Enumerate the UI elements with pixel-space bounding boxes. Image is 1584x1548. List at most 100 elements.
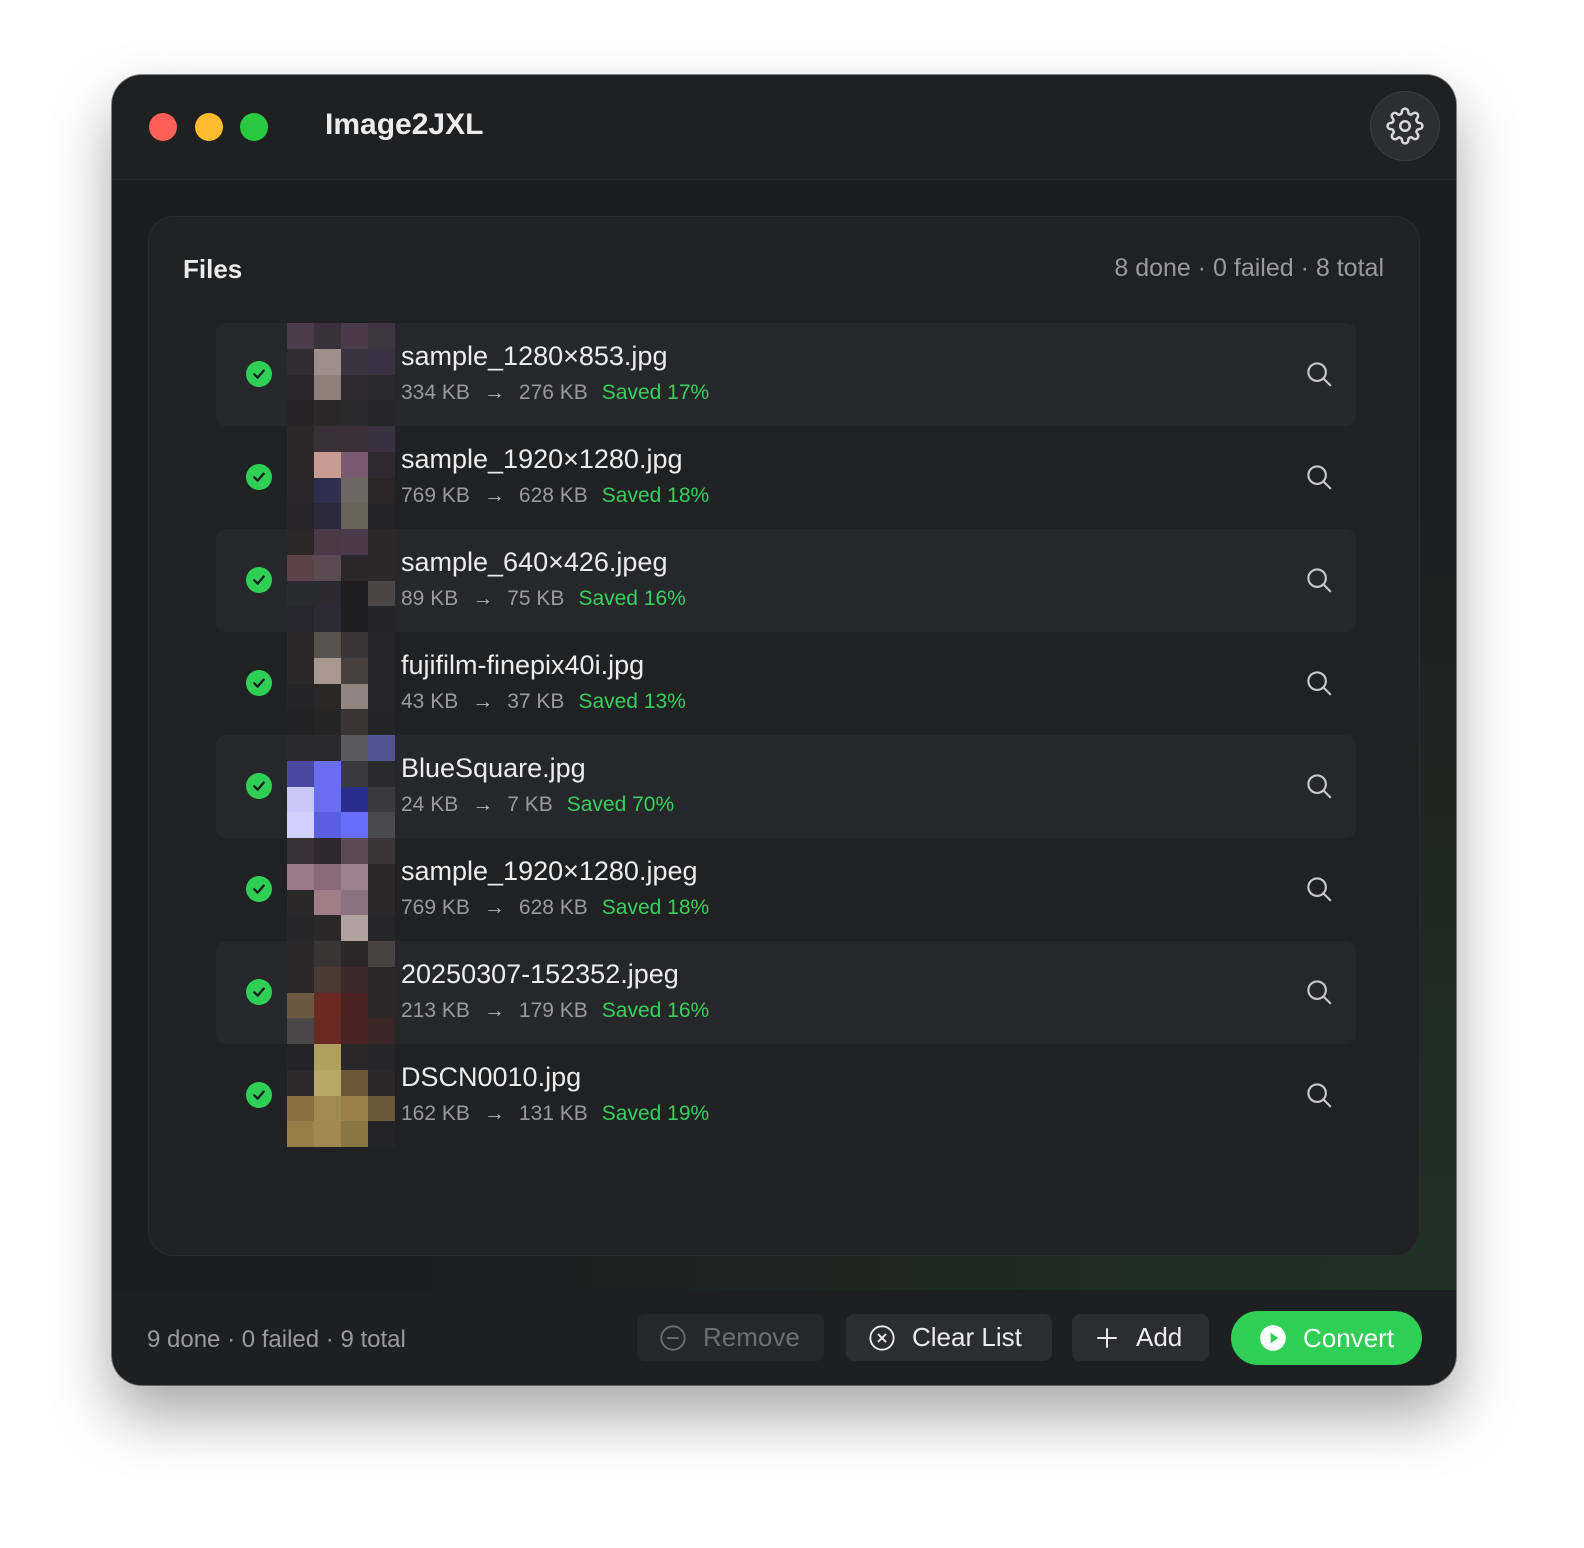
success-check-icon (246, 876, 272, 902)
app-window: Image2JXL Files 8 done · 0 failed · 8 to… (112, 75, 1456, 1385)
file-name: sample_640×426.jpeg (401, 547, 668, 577)
file-thumbnail (287, 1044, 395, 1147)
magnifier-icon[interactable] (1304, 668, 1334, 698)
file-list[interactable]: sample_1280×853.jpg 334 KB → 276 KB Saved 17… (216, 323, 1356, 1147)
file-thumbnail (287, 838, 395, 941)
saved-percent: Saved 16% (601, 999, 710, 1022)
file-size-info: 24 KB → 7 KB Saved 70% (401, 793, 674, 817)
converted-size: 75 KB (507, 587, 565, 610)
arrow-right-icon: → (472, 587, 494, 610)
magnifier-icon[interactable] (1304, 874, 1334, 904)
file-name: DSCN0010.jpg (401, 1062, 582, 1092)
arrow-right-icon: → (483, 1102, 505, 1125)
arrow-right-icon: → (472, 793, 494, 816)
plus-icon (1097, 1327, 1117, 1348)
files-panel: Files 8 done · 0 failed · 8 total sample… (148, 216, 1420, 1256)
file-thumbnail (287, 735, 395, 838)
file-row[interactable]: fujifilm-finepix40i.jpg 43 KB → 37 KB Saved … (216, 632, 1356, 735)
file-size-info: 769 KB → 628 KB Saved 18% (401, 484, 709, 508)
file-thumbnail (287, 632, 395, 735)
file-row[interactable]: 20250307-152352.jpeg 213 KB → 179 KB Saved 1… (216, 941, 1356, 1044)
converted-size: 131 KB (518, 1102, 588, 1125)
converted-size: 628 KB (518, 484, 588, 507)
converted-size: 37 KB (507, 690, 565, 713)
file-name: sample_1920×1280.jpg (401, 444, 683, 474)
file-thumbnail (287, 323, 395, 426)
file-name: 20250307-152352.jpeg (401, 959, 679, 989)
arrow-right-icon: → (483, 484, 505, 507)
play-circle-icon (1260, 1325, 1286, 1351)
magnifier-icon[interactable] (1304, 462, 1334, 492)
file-name: fujifilm-finepix40i.jpg (401, 650, 645, 680)
saved-percent: Saved 13% (578, 690, 686, 713)
file-thumbnail (287, 426, 395, 529)
success-check-icon (246, 464, 272, 490)
file-size-info: 43 KB → 37 KB Saved 13% (401, 690, 686, 714)
original-size: 24 KB (401, 793, 459, 816)
converted-size: 276 KB (518, 381, 588, 404)
magnifier-icon[interactable] (1304, 565, 1334, 595)
main-content: Files 8 done · 0 failed · 8 total sample… (112, 180, 1456, 1290)
success-check-icon (246, 773, 272, 799)
original-size: 769 KB (401, 896, 470, 919)
converted-size: 7 KB (507, 793, 553, 816)
app-title: Image2JXL (325, 108, 484, 141)
original-size: 43 KB (401, 690, 459, 713)
magnifier-icon[interactable] (1304, 977, 1334, 1007)
arrow-right-icon: → (472, 690, 494, 713)
success-check-icon (246, 567, 272, 593)
panel-title: Files (183, 254, 243, 284)
file-row[interactable]: sample_640×426.jpeg 89 KB → 75 KB Saved 16% (216, 529, 1356, 632)
saved-percent: Saved 16% (578, 587, 686, 610)
gear-icon (1386, 107, 1424, 145)
converted-size: 628 KB (518, 896, 588, 919)
minimize-window-button[interactable] (195, 113, 223, 141)
file-size-info: 769 KB → 628 KB Saved 18% (401, 896, 709, 920)
file-thumbnail (287, 941, 395, 1044)
footer-stats: 9 done · 0 failed · 9 total (147, 1326, 406, 1353)
zoom-window-button[interactable] (240, 113, 268, 141)
add-button[interactable]: Add (1072, 1314, 1209, 1361)
file-name: BlueSquare.jpg (401, 753, 586, 783)
file-size-info: 213 KB → 179 KB Saved 16% (401, 999, 709, 1023)
titlebar: Image2JXL (112, 75, 1456, 180)
original-size: 162 KB (401, 1102, 470, 1125)
convert-button[interactable]: Convert (1231, 1311, 1422, 1365)
file-row[interactable]: DSCN0010.jpg 162 KB → 131 KB Saved 19% (216, 1044, 1356, 1147)
close-window-button[interactable] (149, 113, 177, 141)
clear-list-label: Clear List (912, 1322, 1022, 1352)
add-label: Add (1136, 1322, 1183, 1352)
panel-stats: 8 done · 0 failed · 8 total (1114, 254, 1384, 282)
x-circle-icon (869, 1324, 895, 1351)
file-row[interactable]: sample_1280×853.jpg 334 KB → 276 KB Saved 17… (216, 323, 1356, 426)
saved-percent: Saved 17% (601, 381, 710, 404)
magnifier-icon[interactable] (1304, 771, 1334, 801)
original-size: 334 KB (401, 381, 470, 404)
success-check-icon (246, 979, 272, 1005)
magnifier-icon[interactable] (1304, 359, 1334, 389)
magnifier-icon[interactable] (1304, 1080, 1334, 1110)
original-size: 213 KB (401, 999, 470, 1022)
original-size: 769 KB (401, 484, 470, 507)
saved-percent: Saved 18% (601, 484, 710, 507)
file-row[interactable]: sample_1920×1280.jpeg 769 KB → 628 KB Saved … (216, 838, 1356, 941)
settings-button[interactable] (1370, 91, 1440, 161)
file-row[interactable]: BlueSquare.jpg 24 KB → 7 KB Saved 70% (216, 735, 1356, 838)
success-check-icon (246, 670, 272, 696)
saved-percent: Saved 70% (566, 793, 675, 816)
convert-label: Convert (1303, 1322, 1395, 1353)
success-check-icon (246, 361, 272, 387)
file-name: sample_1280×853.jpg (401, 341, 668, 371)
arrow-right-icon: → (483, 999, 505, 1022)
original-size: 89 KB (401, 587, 459, 610)
file-size-info: 162 KB → 131 KB Saved 19% (401, 1102, 709, 1126)
arrow-right-icon: → (483, 896, 505, 919)
file-row[interactable]: sample_1920×1280.jpg 769 KB → 628 KB Saved 1… (216, 426, 1356, 529)
file-thumbnail (287, 529, 395, 632)
clear-list-button[interactable]: Clear List (846, 1314, 1052, 1361)
arrow-right-icon: → (483, 381, 505, 404)
footer-bar: 9 done · 0 failed · 9 total Remove Clear… (112, 1290, 1456, 1385)
remove-button[interactable]: Remove (637, 1314, 824, 1361)
saved-percent: Saved 19% (601, 1102, 710, 1125)
minus-circle-icon (660, 1324, 686, 1351)
